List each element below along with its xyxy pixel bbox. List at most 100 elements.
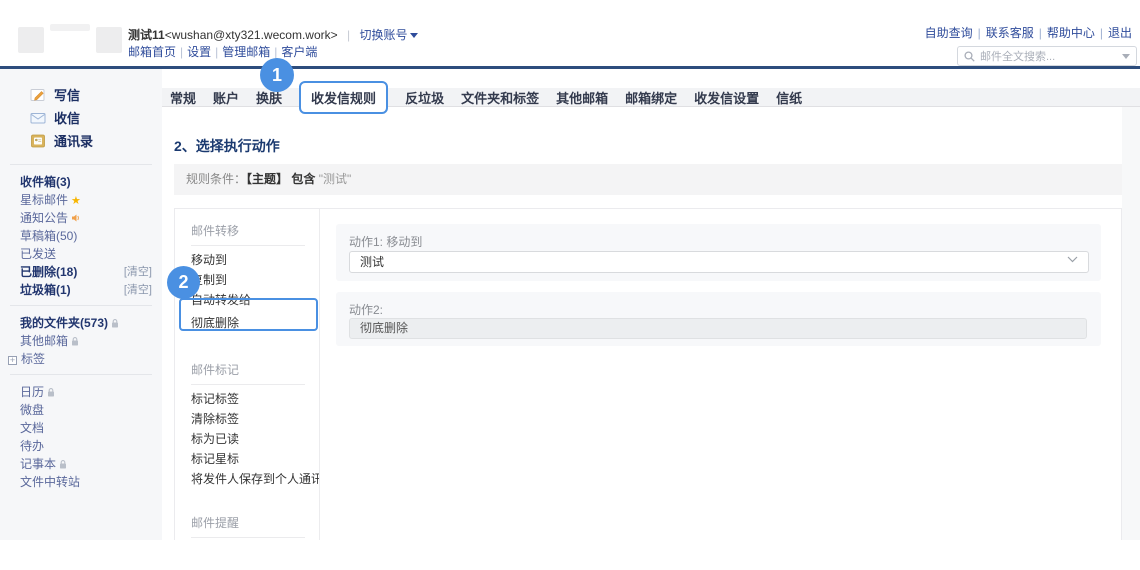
top-header: 测试11<wushan@xty321.wecom.work> | 切换账号 邮箱…: [0, 0, 1140, 66]
contacts-button[interactable]: 通讯录: [30, 129, 162, 152]
empty-deleted-link[interactable]: [清空]: [124, 263, 152, 281]
tab-general[interactable]: 常规: [170, 88, 196, 107]
section-title: 2、选择执行动作: [174, 138, 280, 154]
nav-manage-mailbox[interactable]: 管理邮箱: [222, 45, 270, 59]
menu-divider: [191, 384, 305, 385]
sidebar-item-my-folders[interactable]: 我的文件夹(573): [20, 314, 162, 332]
tab-folders-tags[interactable]: 文件夹和标签: [461, 88, 539, 107]
chevron-down-icon: [1067, 256, 1078, 263]
lock-icon: [111, 319, 119, 328]
menu-item-save-sender[interactable]: 将发件人保存到个人通讯录: [175, 469, 319, 489]
tab-antispam[interactable]: 反垃圾: [405, 88, 444, 107]
annotation-step-1-badge: 1: [260, 58, 294, 92]
help-center-link[interactable]: 帮助中心: [1047, 26, 1095, 40]
menu-divider: [191, 245, 305, 246]
menu-group-transfer: 邮件转移: [191, 224, 240, 238]
speaker-icon: [71, 213, 81, 223]
sidebar-item-other-mailbox[interactable]: 其他邮箱: [20, 332, 162, 350]
action1-folder-select[interactable]: 测试: [349, 251, 1089, 273]
sidebar-divider: [10, 305, 152, 306]
sidebar-item-docs[interactable]: 文档: [20, 419, 162, 437]
switch-account-link[interactable]: 切换账号: [359, 28, 407, 42]
menu-item-mark-star[interactable]: 标记星标: [175, 449, 319, 469]
action-menu: 邮件转移 移动到 复制到 自动转发给 彻底删除 邮件标记 标记标签 清除标签 标…: [175, 209, 320, 540]
sidebar-item-deleted[interactable]: 已删除(18) [清空]: [20, 263, 162, 281]
sidebar: 写信 收信 通讯录 收件箱(3) 星标邮件 ★ 通知公告 草稿箱(50) 已发送 …: [0, 69, 162, 540]
compose-label: 写信: [54, 88, 81, 103]
sidebar-item-file-transfer[interactable]: 文件中转站: [20, 473, 162, 491]
sidebar-item-spam[interactable]: 垃圾箱(1) [清空]: [20, 281, 162, 299]
nav-client[interactable]: 客户端: [281, 45, 317, 59]
sidebar-divider: [10, 374, 152, 375]
tab-sendreceive-settings[interactable]: 收发信设置: [694, 88, 759, 107]
sidebar-item-sent[interactable]: 已发送: [20, 245, 162, 263]
tags-label: 标签: [21, 352, 46, 366]
nav-mail-home[interactable]: 邮箱首页: [128, 45, 176, 59]
compose-button[interactable]: 写信: [30, 83, 162, 106]
tab-account[interactable]: 账户: [213, 88, 239, 107]
tab-mailbox-binding[interactable]: 邮箱绑定: [625, 88, 677, 107]
docs-label: 文档: [20, 421, 45, 435]
logout-link[interactable]: 退出: [1108, 26, 1132, 40]
brand-wordmark: [50, 24, 90, 31]
menu-item-mark-tag[interactable]: 标记标签: [175, 389, 319, 409]
menu-item-move-to[interactable]: 移动到: [175, 250, 319, 270]
sidebar-item-todo[interactable]: 待办: [20, 437, 162, 455]
sidebar-item-starred[interactable]: 星标邮件 ★: [20, 191, 162, 209]
sidebar-item-tags[interactable]: + 标签: [8, 350, 162, 368]
rule-condition-subject: 【主题】: [246, 172, 289, 186]
rule-condition-verb: 包含: [291, 172, 316, 186]
action1-card: 动作1: 移动到 测试: [336, 224, 1101, 281]
empty-spam-link[interactable]: [清空]: [124, 281, 152, 299]
compose-pencil-icon: [30, 87, 46, 103]
tab-stationery[interactable]: 信纸: [776, 88, 802, 107]
org-logo: [96, 27, 122, 53]
lock-icon: [47, 388, 55, 397]
brand-logo: [18, 27, 44, 53]
account-name: 测试11: [128, 28, 165, 42]
sidebar-item-calendar[interactable]: 日历: [20, 383, 162, 401]
sidebar-divider: [10, 164, 152, 165]
self-service-link[interactable]: 自助查询: [925, 26, 973, 40]
receive-button[interactable]: 收信: [30, 106, 162, 129]
search-input[interactable]: 邮件全文搜索...: [957, 46, 1137, 66]
menu-item-mark-read[interactable]: 标为已读: [175, 429, 319, 449]
expand-plus-icon[interactable]: +: [8, 356, 17, 365]
my-folders-label: 我的文件夹(573): [20, 316, 109, 330]
sidebar-item-announcements[interactable]: 通知公告: [20, 209, 162, 227]
action1-selected-value: 测试: [360, 255, 385, 269]
tab-mail-rules-active[interactable]: 收发信规则: [299, 80, 389, 114]
deleted-label: 已删除(18): [20, 265, 78, 279]
sidebar-item-inbox[interactable]: 收件箱(3): [20, 173, 162, 191]
file-transfer-label: 文件中转站: [20, 475, 81, 489]
account-email: <wushan@xty321.wecom.work>: [164, 28, 338, 42]
contacts-book-icon: [30, 133, 46, 149]
search-scope-caret-icon[interactable]: [1122, 53, 1130, 59]
rule-condition-prefix: 规则条件：: [186, 172, 247, 186]
sent-label: 已发送: [20, 247, 57, 261]
annotation-step-2-badge: 2: [167, 266, 200, 299]
account-info: 测试11<wushan@xty321.wecom.work> | 切换账号: [128, 27, 419, 43]
drafts-label: 草稿箱(50): [20, 229, 78, 243]
menu-item-clear-tag[interactable]: 清除标签: [175, 409, 319, 429]
right-gutter: [1122, 107, 1140, 540]
sidebar-item-weidrive[interactable]: 微盘: [20, 401, 162, 419]
todo-label: 待办: [20, 439, 45, 453]
nav-settings[interactable]: 设置: [187, 45, 211, 59]
weidrive-label: 微盘: [20, 403, 45, 417]
menu-divider: [191, 537, 305, 538]
action2-readonly-field: 彻底删除: [349, 318, 1087, 339]
receive-label: 收信: [54, 111, 81, 126]
annotation-highlight-box-delete: [179, 298, 318, 331]
lock-icon: [59, 460, 67, 469]
search-placeholder: 邮件全文搜索...: [980, 51, 1056, 63]
action1-label: 动作1: 移动到: [349, 235, 423, 249]
menu-group-remind: 邮件提醒: [191, 516, 240, 530]
top-utility-links: 自助查询 | 联系客服 | 帮助中心 | 退出: [924, 26, 1132, 40]
tab-other-mailbox[interactable]: 其他邮箱: [556, 88, 608, 107]
sidebar-item-notes[interactable]: 记事本: [20, 455, 162, 473]
rule-action-panel: 邮件转移 移动到 复制到 自动转发给 彻底删除 邮件标记 标记标签 清除标签 标…: [174, 208, 1122, 540]
account-nav: 邮箱首页 | 设置 | 管理邮箱 | 客户端: [128, 45, 318, 59]
sidebar-item-drafts[interactable]: 草稿箱(50): [20, 227, 162, 245]
contact-support-link[interactable]: 联系客服: [986, 26, 1034, 40]
